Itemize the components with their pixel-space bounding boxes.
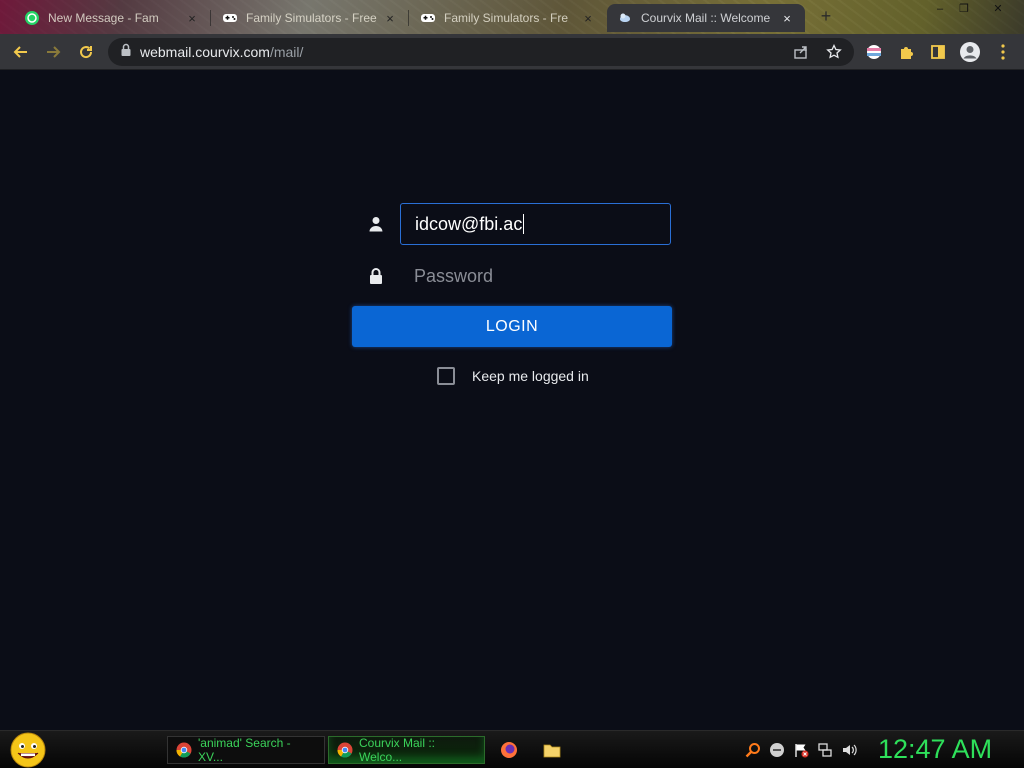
bookmark-star-icon[interactable] bbox=[822, 40, 846, 64]
gamepad-icon bbox=[420, 10, 436, 26]
tab-close-icon[interactable]: × bbox=[580, 11, 596, 26]
folder-icon[interactable] bbox=[543, 741, 561, 759]
user-icon bbox=[360, 203, 392, 245]
password-row: Password bbox=[360, 255, 672, 297]
tab-title: Family Simulators - Fre bbox=[444, 11, 569, 25]
taskbar: 'animad' Search - XV... Courvix Mail :: … bbox=[0, 730, 1024, 768]
webmail-login-page: idcow@fbi.ac Password LOGIN Keep me logg… bbox=[0, 70, 1024, 730]
profile-avatar-icon[interactable] bbox=[958, 40, 982, 64]
chrome-icon bbox=[176, 742, 192, 758]
firefox-icon[interactable] bbox=[500, 741, 518, 759]
text-caret bbox=[523, 214, 525, 234]
url-text: webmail.courvix.com/mail/ bbox=[140, 44, 303, 60]
taskbar-item-search[interactable]: 'animad' Search - XV... bbox=[167, 736, 325, 764]
lock-icon bbox=[360, 255, 392, 297]
volume-icon[interactable] bbox=[840, 741, 858, 759]
tab-title: Courvix Mail :: Welcome bbox=[641, 11, 771, 25]
tab-strip: New Message - Fam × Family Simulators - … bbox=[0, 0, 1024, 34]
extensions-puzzle-icon[interactable] bbox=[894, 40, 918, 64]
keep-logged-in-checkbox[interactable] bbox=[437, 367, 455, 385]
browser-toolbar: webmail.courvix.com/mail/ bbox=[0, 34, 1024, 70]
url-path: /mail/ bbox=[269, 44, 304, 60]
password-input[interactable]: Password bbox=[400, 255, 671, 297]
forward-arrow-icon[interactable] bbox=[41, 40, 65, 64]
keep-logged-in-row: Keep me logged in bbox=[437, 367, 589, 385]
taskbar-item-label: 'animad' Search - XV... bbox=[198, 736, 291, 764]
share-icon[interactable] bbox=[789, 40, 813, 64]
taskbar-item-courvix-mail[interactable]: Courvix Mail :: Welco... bbox=[328, 736, 485, 764]
tab-close-icon[interactable]: × bbox=[779, 11, 795, 26]
tab-new-message[interactable]: New Message - Fam × bbox=[14, 4, 210, 32]
tray-app-icon[interactable] bbox=[768, 741, 786, 759]
new-tab-button[interactable]: + bbox=[816, 6, 836, 26]
password-placeholder: Password bbox=[414, 265, 494, 286]
action-center-flag-icon[interactable] bbox=[792, 741, 810, 759]
lock-icon bbox=[120, 43, 132, 62]
tab-title: New Message - Fam bbox=[48, 11, 159, 25]
courvix-icon bbox=[617, 10, 633, 26]
network-icon[interactable] bbox=[816, 741, 834, 759]
reload-icon[interactable] bbox=[74, 40, 98, 64]
username-value: idcow@fbi.ac bbox=[415, 213, 523, 234]
close-window-button[interactable]: ✕ bbox=[988, 2, 1008, 16]
keep-logged-in-label[interactable]: Keep me logged in bbox=[472, 368, 589, 384]
search-magnifier-icon[interactable] bbox=[744, 741, 762, 759]
whatsapp-icon bbox=[24, 10, 40, 26]
address-bar[interactable]: webmail.courvix.com/mail/ bbox=[108, 38, 854, 66]
extension-flag-icon[interactable] bbox=[862, 40, 886, 64]
taskbar-item-label: Courvix Mail :: Welco... bbox=[359, 736, 436, 764]
back-arrow-icon[interactable] bbox=[9, 40, 33, 64]
username-row: idcow@fbi.ac bbox=[360, 203, 672, 245]
maximize-button[interactable]: ❐ bbox=[954, 2, 974, 16]
chrome-icon bbox=[337, 742, 353, 758]
username-input[interactable]: idcow@fbi.ac bbox=[400, 203, 671, 245]
tab-title: Family Simulators - Free bbox=[246, 11, 377, 25]
tab-family-simulators-1[interactable]: Family Simulators - Free × bbox=[212, 4, 408, 32]
minimize-button[interactable]: – bbox=[930, 2, 950, 16]
login-button[interactable]: LOGIN bbox=[352, 306, 672, 347]
tab-family-simulators-2[interactable]: Family Simulators - Fre × bbox=[410, 4, 606, 32]
tab-courvix-mail[interactable]: Courvix Mail :: Welcome × bbox=[607, 4, 805, 32]
side-panel-icon[interactable] bbox=[926, 40, 950, 64]
tab-close-icon[interactable]: × bbox=[382, 11, 398, 26]
menu-kebab-icon[interactable] bbox=[991, 40, 1015, 64]
start-button-smiley-icon[interactable] bbox=[8, 732, 48, 768]
taskbar-clock[interactable]: 12:47 AM bbox=[878, 734, 992, 765]
gamepad-icon bbox=[222, 10, 238, 26]
url-host: webmail.courvix.com bbox=[140, 44, 270, 60]
tab-close-icon[interactable]: × bbox=[184, 11, 200, 26]
